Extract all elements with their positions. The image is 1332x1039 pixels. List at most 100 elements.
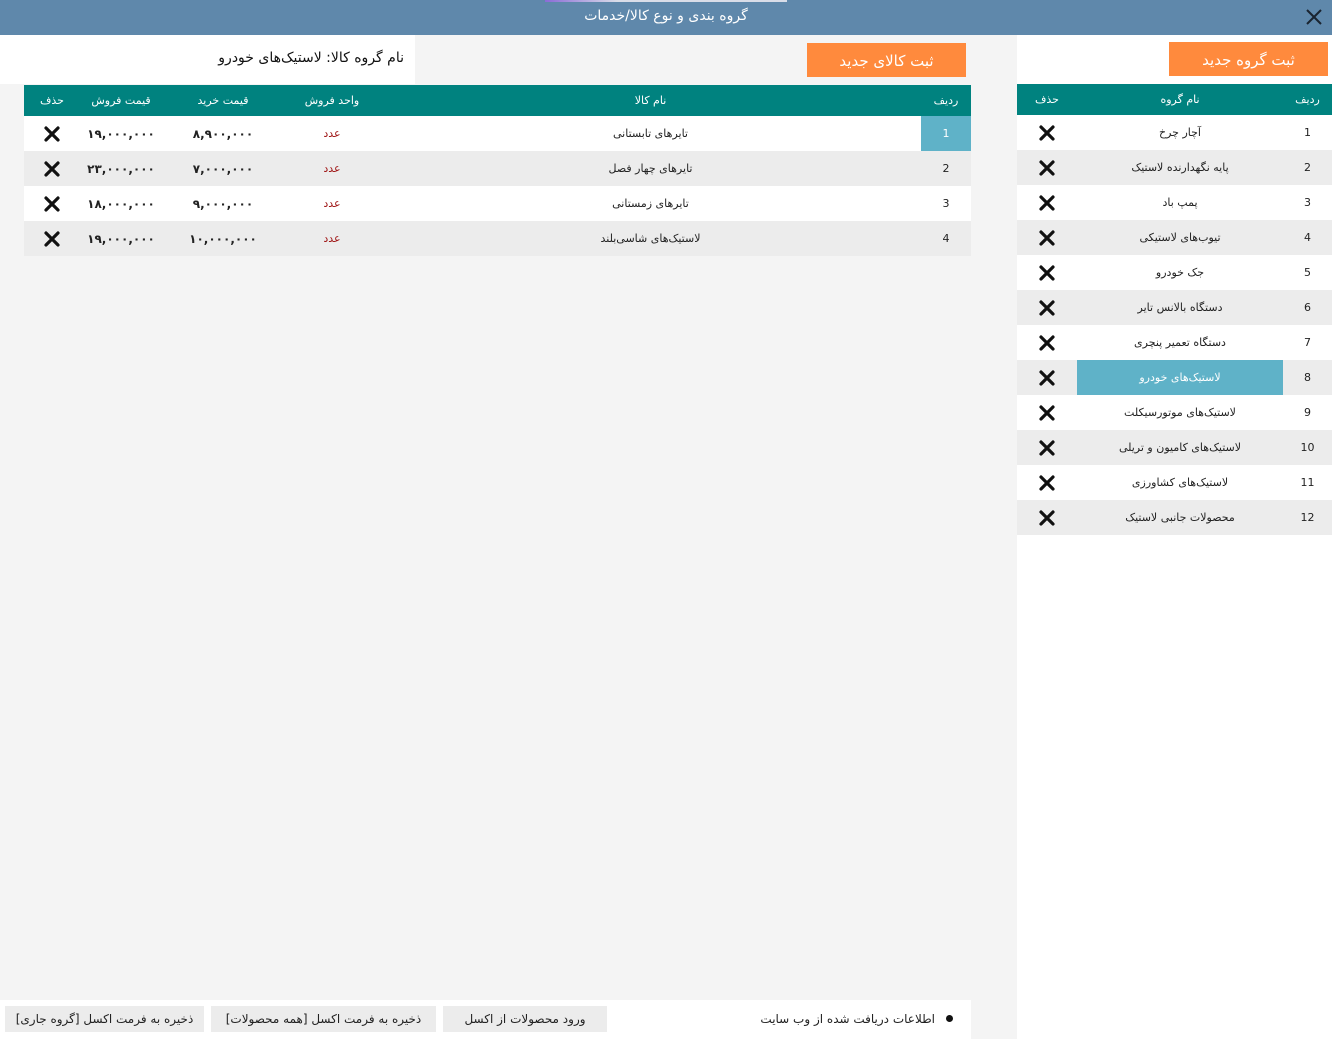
delete-icon[interactable] xyxy=(24,116,80,151)
group-name-cell: محصولات جانبی لاستیک xyxy=(1077,500,1283,535)
groups-table: حذف نام گروه ردیف آچار چرخ 1 پایه نگهدارند… xyxy=(1017,84,1332,535)
product-name-cell: تایرهای چهار فصل xyxy=(380,151,921,186)
delete-icon[interactable] xyxy=(1017,115,1077,150)
unit-cell: عدد xyxy=(284,186,380,221)
add-product-button[interactable]: ثبت کالای جدید xyxy=(807,43,966,77)
unit-cell: عدد xyxy=(284,221,380,256)
delete-icon[interactable] xyxy=(24,151,80,186)
product-name-cell: تایرهای زمستانی xyxy=(380,186,921,221)
index-cell: 10 xyxy=(1283,430,1332,465)
group-name-cell: آچار چرخ xyxy=(1077,115,1283,150)
group-name-cell: دستگاه بالانس تایر xyxy=(1077,290,1283,325)
index-cell: 8 xyxy=(1283,360,1332,395)
buy-price-cell: ۱۰,۰۰۰,۰۰۰ xyxy=(162,221,284,256)
index-cell: 3 xyxy=(1283,185,1332,220)
buy-price-cell: ۹,۰۰۰,۰۰۰ xyxy=(162,186,284,221)
table-row[interactable]: لاستیک‌های موتورسیکلت 9 xyxy=(1017,395,1332,430)
current-group-label: نام گروه کالا: لاستیک‌های خودرو xyxy=(218,50,404,66)
groups-empty-area xyxy=(1017,535,1332,1039)
table-row[interactable]: لاستیک‌های کشاورزی 11 xyxy=(1017,465,1332,500)
delete-icon[interactable] xyxy=(1017,185,1077,220)
delete-icon[interactable] xyxy=(1017,360,1077,395)
group-name-cell: لاستیک‌های موتورسیکلت xyxy=(1077,395,1283,430)
table-row[interactable]: ۱۸,۰۰۰,۰۰۰ ۹,۰۰۰,۰۰۰ عدد تایرهای زمستانی… xyxy=(24,186,971,221)
table-row[interactable]: پایه نگهدارنده لاستیک 2 xyxy=(1017,150,1332,185)
add-group-button[interactable]: ثبت گروه جدید xyxy=(1169,42,1328,76)
import-excel-button[interactable]: ورود محصولات از اکسل xyxy=(443,1006,607,1032)
col-unit[interactable]: واحد فروش xyxy=(284,85,380,116)
group-name-cell: پایه نگهدارنده لاستیک xyxy=(1077,150,1283,185)
unit-cell: عدد xyxy=(284,151,380,186)
close-icon[interactable] xyxy=(1303,6,1325,28)
index-cell: 11 xyxy=(1283,465,1332,500)
index-cell: 7 xyxy=(1283,325,1332,360)
sell-price-cell: ۲۳,۰۰۰,۰۰۰ xyxy=(80,151,162,186)
table-row[interactable]: دستگاه تعمیر پنچری 7 xyxy=(1017,325,1332,360)
index-cell: 3 xyxy=(921,186,971,221)
table-row[interactable]: پمپ باد 3 xyxy=(1017,185,1332,220)
delete-icon[interactable] xyxy=(1017,255,1077,290)
col-delete[interactable]: حذف xyxy=(1017,84,1077,115)
buy-price-cell: ۷,۰۰۰,۰۰۰ xyxy=(162,151,284,186)
sell-price-cell: ۱۹,۰۰۰,۰۰۰ xyxy=(80,116,162,151)
delete-icon[interactable] xyxy=(1017,325,1077,360)
table-row[interactable]: ۲۳,۰۰۰,۰۰۰ ۷,۰۰۰,۰۰۰ عدد تایرهای چهار فص… xyxy=(24,151,971,186)
index-cell: 1 xyxy=(921,116,971,151)
delete-icon[interactable] xyxy=(1017,500,1077,535)
group-name-cell: لاستیک‌های خودرو xyxy=(1077,360,1283,395)
delete-icon[interactable] xyxy=(1017,430,1077,465)
sell-price-cell: ۱۸,۰۰۰,۰۰۰ xyxy=(80,186,162,221)
col-product-name[interactable]: نام کالا xyxy=(380,85,921,116)
group-name-cell: جک خودرو xyxy=(1077,255,1283,290)
status-text: اطلاعات دریافت شده از وب سایت xyxy=(760,1012,935,1026)
delete-icon[interactable] xyxy=(1017,220,1077,255)
delete-icon[interactable] xyxy=(1017,465,1077,500)
group-name-cell: دستگاه تعمیر پنچری xyxy=(1077,325,1283,360)
product-name-cell: لاستیک‌های شاسی‌بلند xyxy=(380,221,921,256)
groups-header-row: حذف نام گروه ردیف xyxy=(1017,84,1332,115)
product-name-cell: تایرهای تابستانی xyxy=(380,116,921,151)
delete-icon[interactable] xyxy=(1017,290,1077,325)
delete-icon[interactable] xyxy=(24,221,80,256)
sell-price-cell: ۱۹,۰۰۰,۰۰۰ xyxy=(80,221,162,256)
panel-gap xyxy=(992,35,1017,1039)
index-cell: 4 xyxy=(921,221,971,256)
table-row[interactable]: ۱۹,۰۰۰,۰۰۰ ۸,۹۰۰,۰۰۰ عدد تایرهای تابستان… xyxy=(24,116,971,151)
delete-icon[interactable] xyxy=(1017,150,1077,185)
table-row[interactable]: دستگاه بالانس تایر 6 xyxy=(1017,290,1332,325)
col-buy-price[interactable]: قیمت خرید xyxy=(162,85,284,116)
table-row[interactable]: آچار چرخ 1 xyxy=(1017,115,1332,150)
buy-price-cell: ۸,۹۰۰,۰۰۰ xyxy=(162,116,284,151)
table-row[interactable]: ۱۹,۰۰۰,۰۰۰ ۱۰,۰۰۰,۰۰۰ عدد لاستیک‌های شاس… xyxy=(24,221,971,256)
delete-icon[interactable] xyxy=(1017,395,1077,430)
index-cell: 6 xyxy=(1283,290,1332,325)
table-row[interactable]: محصولات جانبی لاستیک 12 xyxy=(1017,500,1332,535)
col-index[interactable]: ردیف xyxy=(921,85,971,116)
table-row[interactable]: تیوب‌های لاستیکی 4 xyxy=(1017,220,1332,255)
group-name-cell: پمپ باد xyxy=(1077,185,1283,220)
table-row[interactable]: لاستیک‌های خودرو 8 xyxy=(1017,360,1332,395)
title-bar: گروه بندی و نوع کالا/خدمات xyxy=(0,0,1332,35)
table-row[interactable]: لاستیک‌های کامیون و تریلی 10 xyxy=(1017,430,1332,465)
index-cell: 2 xyxy=(1283,150,1332,185)
table-row[interactable]: جک خودرو 5 xyxy=(1017,255,1332,290)
title-accent-line xyxy=(545,0,787,2)
group-name-cell: لاستیک‌های کامیون و تریلی xyxy=(1077,430,1283,465)
col-sell-price[interactable]: قیمت فروش xyxy=(80,85,162,116)
group-name-cell: تیوب‌های لاستیکی xyxy=(1077,220,1283,255)
products-header-row: حذف قیمت فروش قیمت خرید واحد فروش نام کا… xyxy=(24,85,971,116)
window-title: گروه بندی و نوع کالا/خدمات xyxy=(584,8,748,24)
col-index[interactable]: ردیف xyxy=(1283,84,1332,115)
products-table: حذف قیمت فروش قیمت خرید واحد فروش نام کا… xyxy=(24,85,971,256)
index-cell: 9 xyxy=(1283,395,1332,430)
delete-icon[interactable] xyxy=(24,186,80,221)
col-delete[interactable]: حذف xyxy=(24,85,80,116)
save-all-products-button[interactable]: ذخیره به فرمت اکسل [همه محصولات] xyxy=(211,1006,436,1032)
index-cell: 5 xyxy=(1283,255,1332,290)
status-dot-icon xyxy=(946,1015,953,1022)
index-cell: 4 xyxy=(1283,220,1332,255)
group-name-cell: لاستیک‌های کشاورزی xyxy=(1077,465,1283,500)
unit-cell: عدد xyxy=(284,116,380,151)
save-current-group-button[interactable]: ذخیره به فرمت اکسل [گروه جاری] xyxy=(5,1006,204,1032)
col-group-name[interactable]: نام گروه xyxy=(1077,84,1283,115)
